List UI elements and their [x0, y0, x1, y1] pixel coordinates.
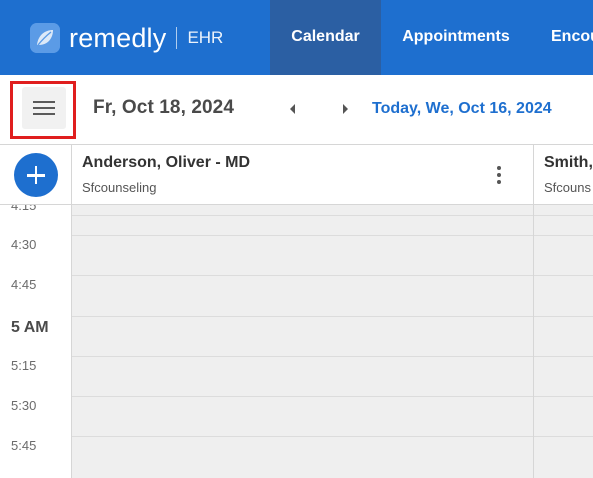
time-slot[interactable] — [72, 356, 593, 396]
column-divider — [533, 145, 534, 478]
provider-name: Smith, — [544, 154, 593, 171]
caret-right-icon — [343, 104, 348, 114]
leaf-logo-icon — [30, 23, 60, 53]
provider-column-header: Anderson, Oliver - MD Sfcounseling — [72, 145, 533, 205]
brand-product: EHR — [187, 28, 224, 47]
current-date: Fr, Oct 18, 2024 — [93, 97, 235, 118]
time-label: 5:30 — [11, 398, 37, 413]
hamburger-menu-icon — [33, 101, 55, 103]
hamburger-line — [33, 107, 55, 109]
tab-appointments[interactable]: Appointments — [381, 0, 531, 75]
provider-name: Anderson, Oliver - MD — [82, 154, 251, 171]
calendar-toolbar: Fr, Oct 18, 2024 Today, We, Oct 16, 2024 — [0, 75, 593, 145]
hamburger-menu-button[interactable] — [22, 87, 66, 129]
kebab-dot — [497, 166, 501, 170]
brand-logo[interactable]: remedly EHR — [30, 23, 223, 53]
time-label-hour: 5 AM — [11, 319, 49, 336]
time-slot[interactable] — [72, 436, 593, 476]
kebab-dot — [497, 180, 501, 184]
add-appointment-button[interactable] — [14, 153, 58, 197]
tab-encounters[interactable]: Encou — [531, 0, 593, 75]
time-label: 5:15 — [11, 358, 37, 373]
provider-column-header: Smith, Sfcouns — [534, 145, 593, 205]
time-label: 4:15 — [11, 205, 37, 213]
provider-location: Sfcounseling — [82, 180, 157, 195]
tab-calendar[interactable]: Calendar — [270, 0, 381, 75]
column-divider — [71, 145, 72, 478]
more-options-icon[interactable] — [490, 163, 508, 187]
time-label: 4:45 — [11, 277, 37, 292]
top-nav-bar: remedly EHR Calendar Appointments Encou — [0, 0, 593, 75]
time-slot[interactable] — [72, 396, 593, 436]
time-slot[interactable] — [72, 316, 593, 356]
provider-header-row: Anderson, Oliver - MD Sfcounseling Smith… — [0, 145, 593, 205]
provider-slots — [72, 205, 593, 478]
hamburger-line — [33, 113, 55, 115]
calendar-grid: 4:15 4:30 4:45 5 AM 5:15 5:30 5:45 — [0, 205, 593, 478]
prev-day-button[interactable] — [286, 102, 300, 116]
today-link[interactable]: Today, We, Oct 16, 2024 — [372, 100, 552, 118]
time-slot[interactable] — [72, 235, 593, 275]
next-day-button[interactable] — [338, 102, 352, 116]
time-slot[interactable] — [72, 275, 593, 315]
provider-location: Sfcouns — [544, 180, 591, 195]
brand-separator — [176, 27, 178, 49]
brand-name: remedly — [69, 23, 167, 53]
time-label: 5:45 — [11, 438, 37, 453]
kebab-dot — [497, 173, 501, 177]
time-column: 4:15 4:30 4:45 5 AM 5:15 5:30 5:45 — [0, 205, 71, 478]
caret-left-icon — [290, 104, 295, 114]
time-label: 4:30 — [11, 237, 37, 252]
